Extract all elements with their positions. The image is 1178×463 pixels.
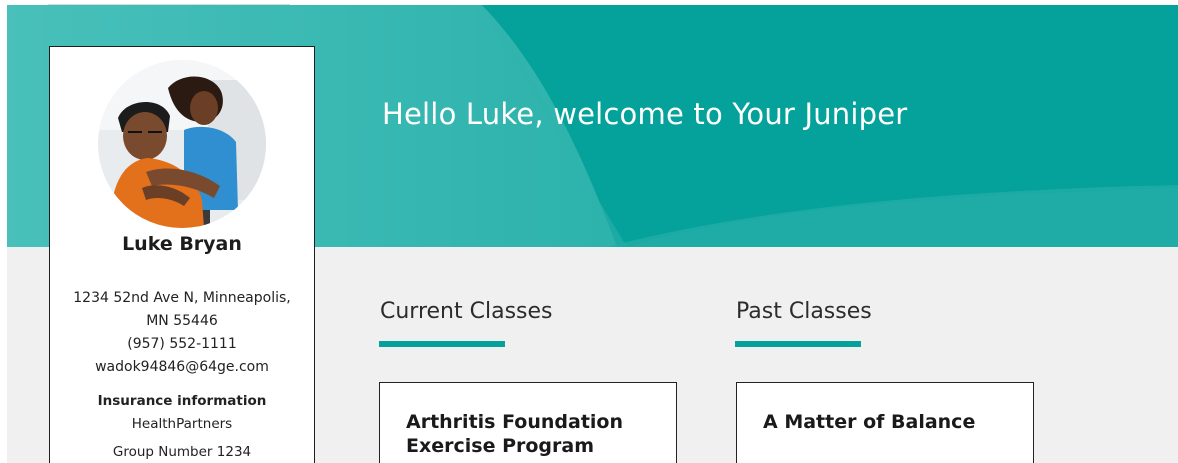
welcome-heading: Hello Luke, welcome to Your Juniper xyxy=(382,97,908,131)
email-address: wadok94846@64ge.com xyxy=(95,359,269,375)
insurance-heading: Insurance information xyxy=(97,393,267,409)
current-class-title: Arthritis Foundation Exercise Program xyxy=(406,411,623,457)
top-strip-divider xyxy=(48,4,290,5)
profile-name: Luke Bryan xyxy=(122,233,242,255)
avatar-photo xyxy=(98,60,266,228)
profile-card: Luke Bryan 1234 52nd Ave N, Minneapolis,… xyxy=(49,46,315,463)
avatar xyxy=(98,60,266,228)
past-class-card[interactable]: A Matter of Balance xyxy=(736,382,1034,463)
page: Hello Luke, welcome to Your Juniper Curr… xyxy=(7,0,1178,463)
current-class-card[interactable]: Arthritis Foundation Exercise Program xyxy=(379,382,677,463)
current-classes-heading: Current Classes xyxy=(380,299,553,324)
group-number: Group Number 1234 xyxy=(112,444,252,460)
insurance-provider: HealthPartners xyxy=(131,416,233,432)
past-classes-heading: Past Classes xyxy=(736,299,872,324)
address-line-2: MN 55446 xyxy=(146,313,218,329)
past-classes-underline xyxy=(735,341,861,347)
current-classes-underline xyxy=(379,341,505,347)
past-class-title: A Matter of Balance xyxy=(763,411,976,433)
profile-details: 1234 52nd Ave N, Minneapolis, MN 55446 (… xyxy=(50,287,314,463)
top-strip xyxy=(0,0,1178,5)
phone-number: (957) 552-1111 xyxy=(127,336,237,352)
address-line-1: 1234 52nd Ave N, Minneapolis, xyxy=(73,290,291,306)
